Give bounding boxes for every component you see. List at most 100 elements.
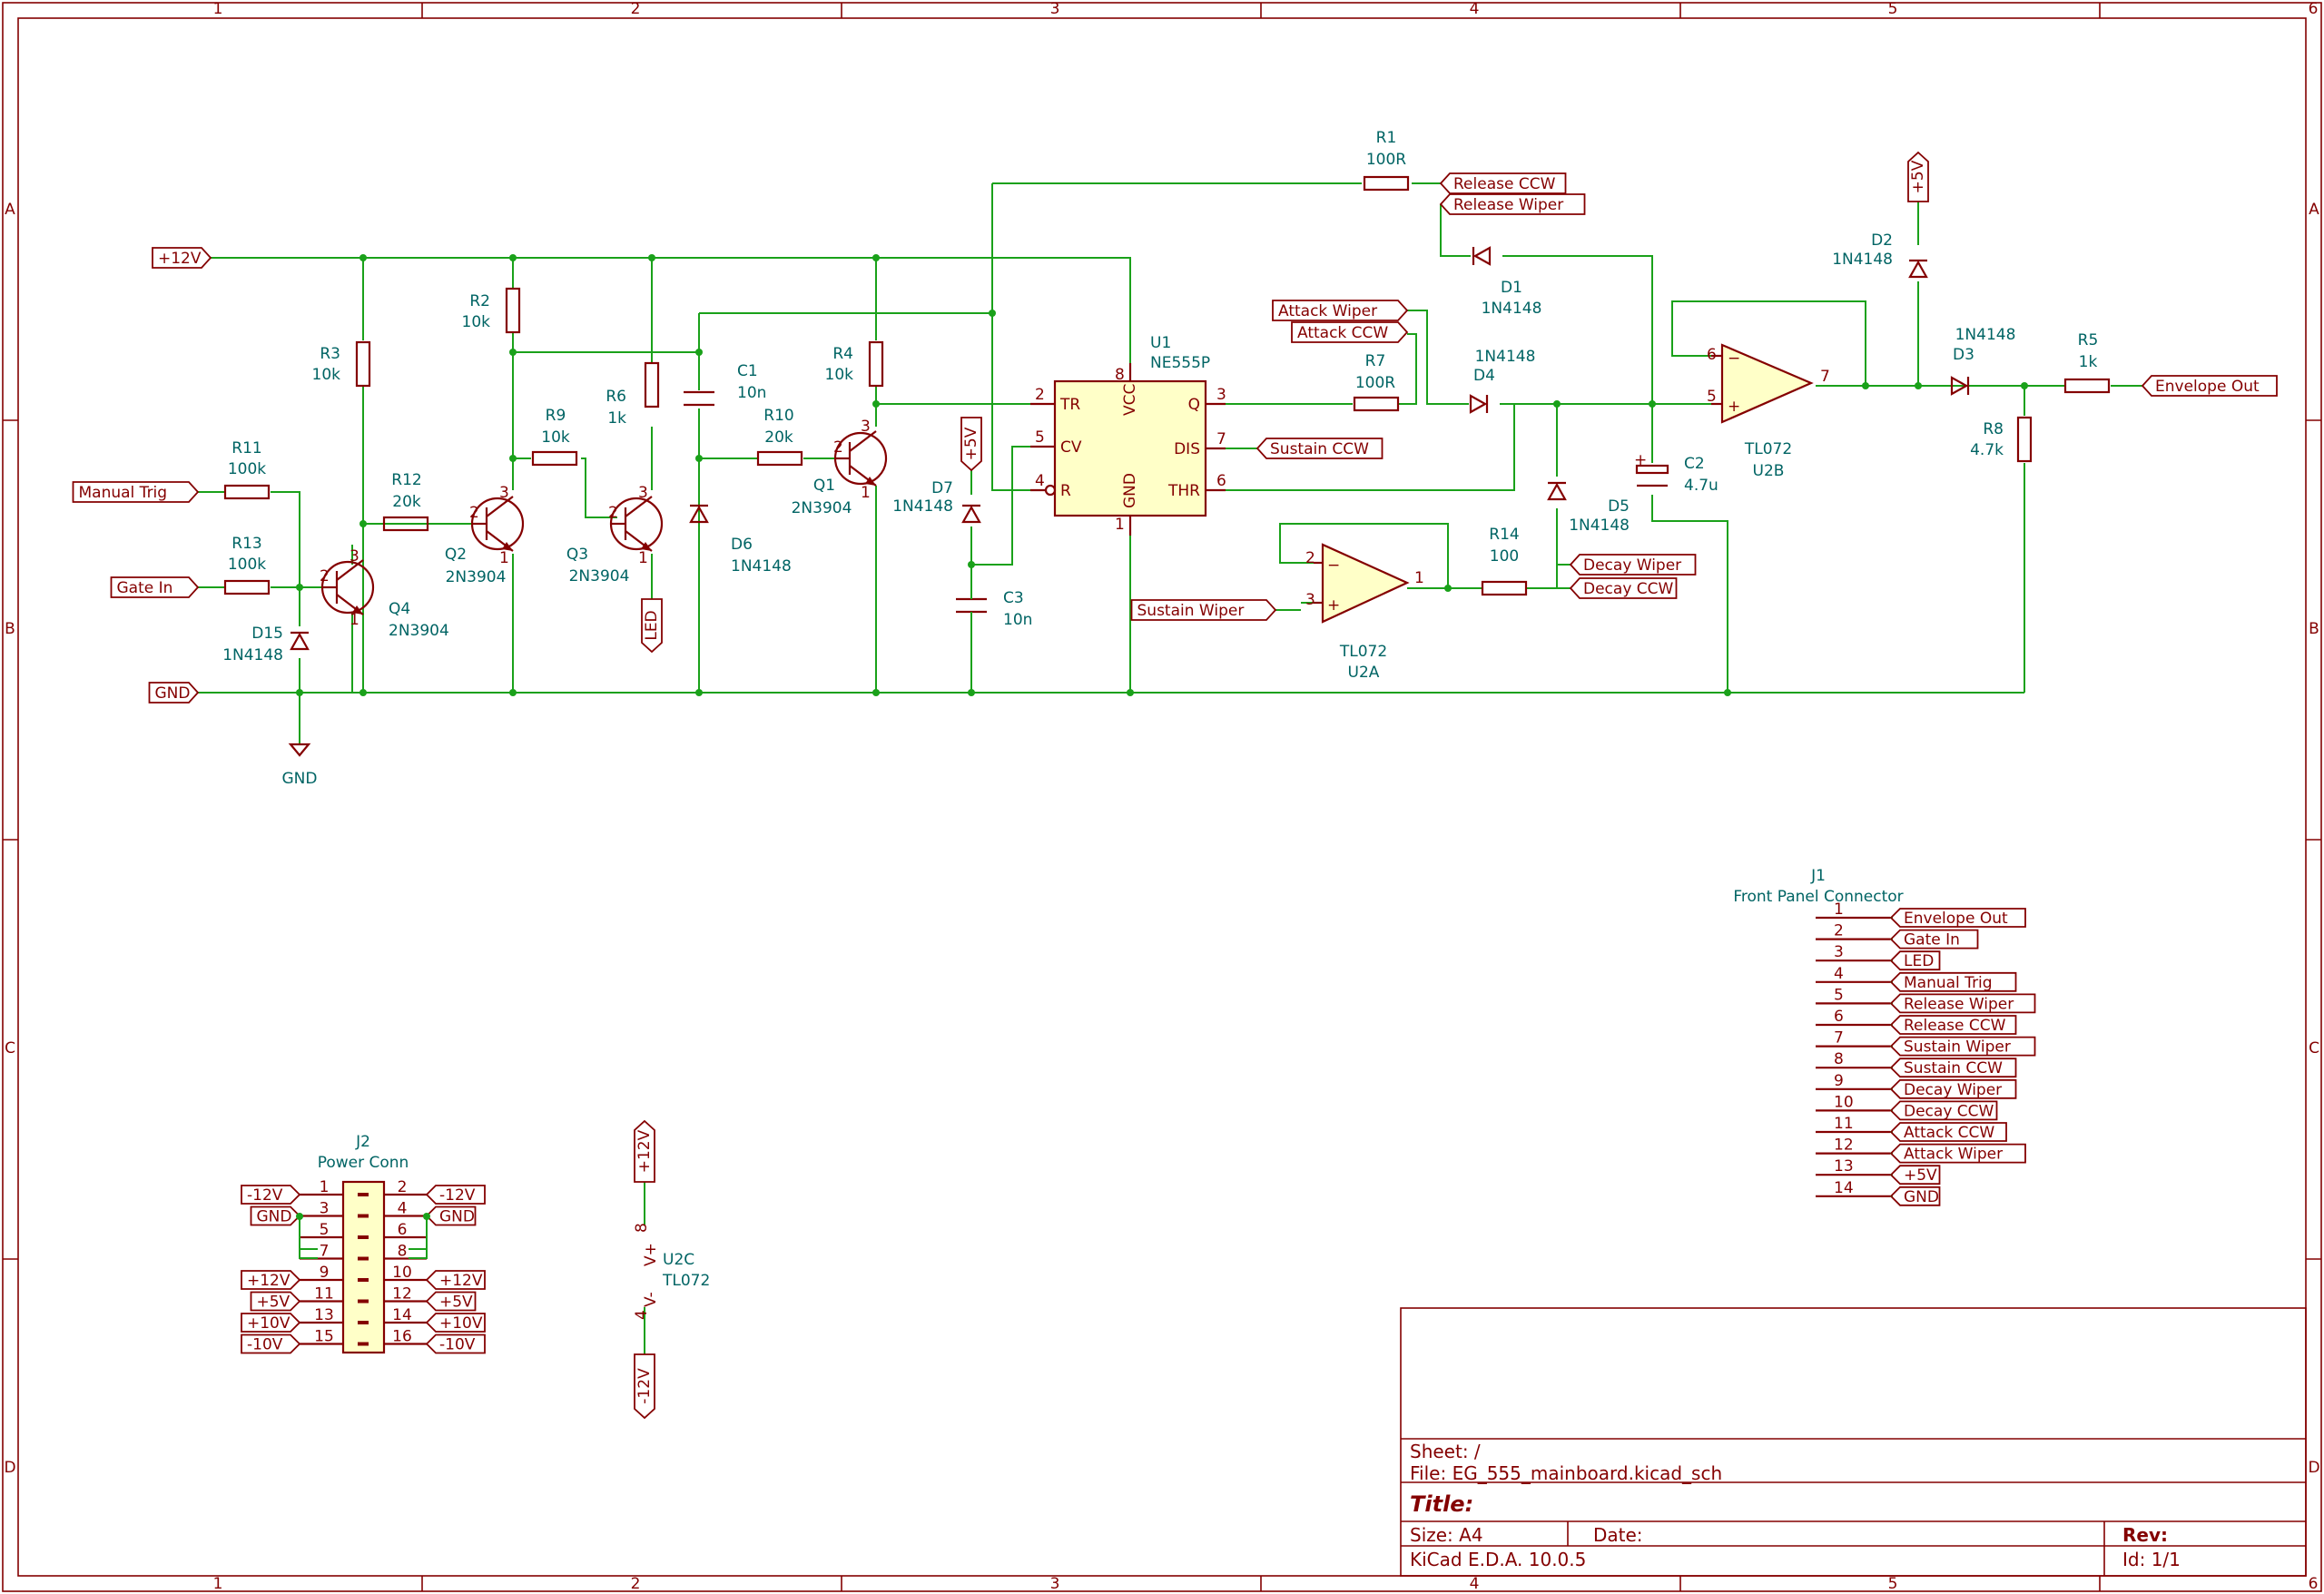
resistor-r10[interactable] (756, 450, 803, 467)
svg-text:D15: D15 (251, 625, 283, 643)
svg-text:+5V: +5V (257, 1294, 290, 1312)
transistor-q2[interactable] (470, 496, 525, 552)
transistor-q4[interactable] (320, 559, 375, 615)
resistor-r8[interactable] (2016, 416, 2033, 463)
svg-text:14: 14 (392, 1306, 412, 1324)
svg-text:Front Panel Connector: Front Panel Connector (1733, 888, 1903, 906)
svg-text:4: 4 (1035, 472, 1045, 490)
svg-text:6: 6 (1707, 346, 1717, 364)
svg-text:R11: R11 (231, 439, 261, 458)
resistor-r6[interactable] (644, 361, 660, 408)
svg-text:1N4148: 1N4148 (1832, 251, 1893, 269)
svg-text:C2: C2 (1684, 455, 1705, 473)
resistor-r1[interactable] (1363, 175, 1410, 192)
j1-pin-label: Release CCW (1904, 1017, 2006, 1035)
ne555-u1[interactable]: TR CV R Q DIS THR VCC GND 2 5 4 3 7 6 8 … (1030, 363, 1226, 536)
svg-text:3: 3 (1216, 386, 1226, 404)
svg-text:Sustain CCW: Sustain CCW (1270, 440, 1369, 458)
front-panel-connector-j1[interactable]: 1 Envelope Out 2 Gate In 3 LED 4 Manual Trig 5 Re… (1816, 900, 2036, 1206)
resistor-r4[interactable] (868, 340, 884, 388)
j1-pin-label: GND (1904, 1188, 1939, 1206)
svg-text:Q2: Q2 (445, 546, 467, 564)
svg-text:R2: R2 (469, 292, 490, 310)
diode-d1[interactable] (1472, 246, 1492, 266)
svg-text:-10V: -10V (439, 1336, 476, 1354)
label-decay-wiper: Decay Wiper (1569, 554, 1697, 576)
svg-text:GND: GND (439, 1208, 475, 1226)
resistor-r7[interactable] (1353, 396, 1400, 412)
transistor-q3[interactable] (609, 496, 664, 552)
capacitor-c1[interactable] (684, 390, 714, 407)
svg-text:Release Wiper: Release Wiper (1453, 196, 1563, 214)
power-connector-j2[interactable]: 1 2-12V -12V3 4GND GND5 67 89 10+12V +12V11 12+5V… (241, 1178, 486, 1354)
label-plus12v: +12V (152, 247, 212, 269)
svg-text:2: 2 (469, 504, 479, 522)
resistor-r3[interactable] (355, 340, 371, 388)
tb-size: Size: A4 (1410, 1524, 1483, 1546)
svg-text:−: − (1327, 556, 1340, 575)
svg-text:20k: 20k (764, 428, 793, 447)
tb-title: Title: (1410, 1491, 1473, 1517)
diode-d2[interactable] (1908, 259, 1928, 279)
svg-text:D6: D6 (731, 536, 753, 554)
j1-pin-label: Attack CCW (1904, 1124, 1994, 1142)
row-c-left: C (5, 1039, 15, 1058)
resistor-r13[interactable] (223, 579, 271, 595)
capacitor-c2[interactable]: + (1634, 451, 1669, 487)
j1-pin-label: Decay CCW (1904, 1102, 1994, 1120)
svg-text:+: + (1634, 451, 1647, 469)
svg-text:C1: C1 (737, 362, 758, 380)
svg-text:3: 3 (861, 418, 871, 436)
col-4-top: 4 (1470, 0, 1480, 18)
j1-pin-number: 11 (1834, 1115, 1854, 1133)
opamp-u2b[interactable]: − + 6 5 7 (1707, 343, 1830, 424)
svg-text:Decay CCW: Decay CCW (1583, 580, 1674, 598)
tb-rev: Rev: (2122, 1524, 2168, 1546)
diode-d15[interactable] (290, 631, 310, 651)
label-plus12v-u2c: +12V (634, 1119, 655, 1183)
diode-d5[interactable] (1547, 481, 1567, 501)
resistor-r11[interactable] (223, 484, 271, 500)
j1-pin-label: LED (1904, 952, 1934, 970)
svg-text:R6: R6 (606, 388, 626, 406)
j1-pin-label: Manual Trig (1904, 974, 1993, 992)
capacitor-c3[interactable] (956, 585, 987, 622)
resistor-r2[interactable] (505, 287, 521, 334)
svg-text:R14: R14 (1489, 526, 1519, 544)
svg-text:7: 7 (1216, 430, 1226, 448)
j1-pin-label: Gate In (1904, 931, 1960, 950)
svg-text:3: 3 (638, 484, 648, 502)
svg-text:16: 16 (392, 1328, 412, 1346)
svg-text:Release CCW: Release CCW (1453, 175, 1556, 193)
j1-pin-label: +5V (1904, 1166, 1937, 1185)
diode-d7[interactable] (961, 504, 981, 524)
col-3-top: 3 (1050, 0, 1060, 18)
resistor-r5[interactable] (2063, 378, 2111, 394)
resistor-r9[interactable] (531, 450, 578, 467)
svg-text:-12V: -12V (635, 1368, 654, 1404)
svg-text:15: 15 (314, 1328, 334, 1346)
opamp-u2c-power[interactable]: V+ V- 8 4 (633, 1223, 660, 1320)
svg-text:1: 1 (499, 549, 509, 567)
j1-pin-label: Sustain Wiper (1904, 1038, 2011, 1057)
svg-text:6: 6 (1216, 472, 1226, 490)
svg-text:1: 1 (320, 1178, 330, 1196)
svg-text:+10V: +10V (247, 1314, 290, 1333)
svg-text:R9: R9 (546, 407, 566, 425)
resistor-r14[interactable] (1481, 580, 1528, 596)
pin-tr: TR (1059, 396, 1080, 414)
diode-d4[interactable] (1469, 394, 1489, 414)
svg-text:100: 100 (1490, 547, 1519, 566)
opamp-u2a[interactable]: − + 2 3 1 (1305, 543, 1424, 624)
svg-text:2: 2 (398, 1178, 408, 1196)
svg-text:R5: R5 (2078, 331, 2099, 349)
row-b-left: B (5, 620, 15, 638)
tb-id: Id: 1/1 (2122, 1549, 2181, 1570)
svg-text:1N4148: 1N4148 (731, 557, 792, 576)
tb-file: File: EG_555_mainboard.kicad_sch (1410, 1462, 1722, 1484)
svg-text:100R: 100R (1355, 374, 1395, 392)
title-block: Sheet: / File: EG_555_mainboard.kicad_sc… (1400, 1307, 2307, 1577)
svg-text:D5: D5 (1608, 497, 1630, 516)
svg-text:2N3904: 2N3904 (792, 499, 852, 517)
svg-text:1N4148: 1N4148 (222, 646, 283, 664)
